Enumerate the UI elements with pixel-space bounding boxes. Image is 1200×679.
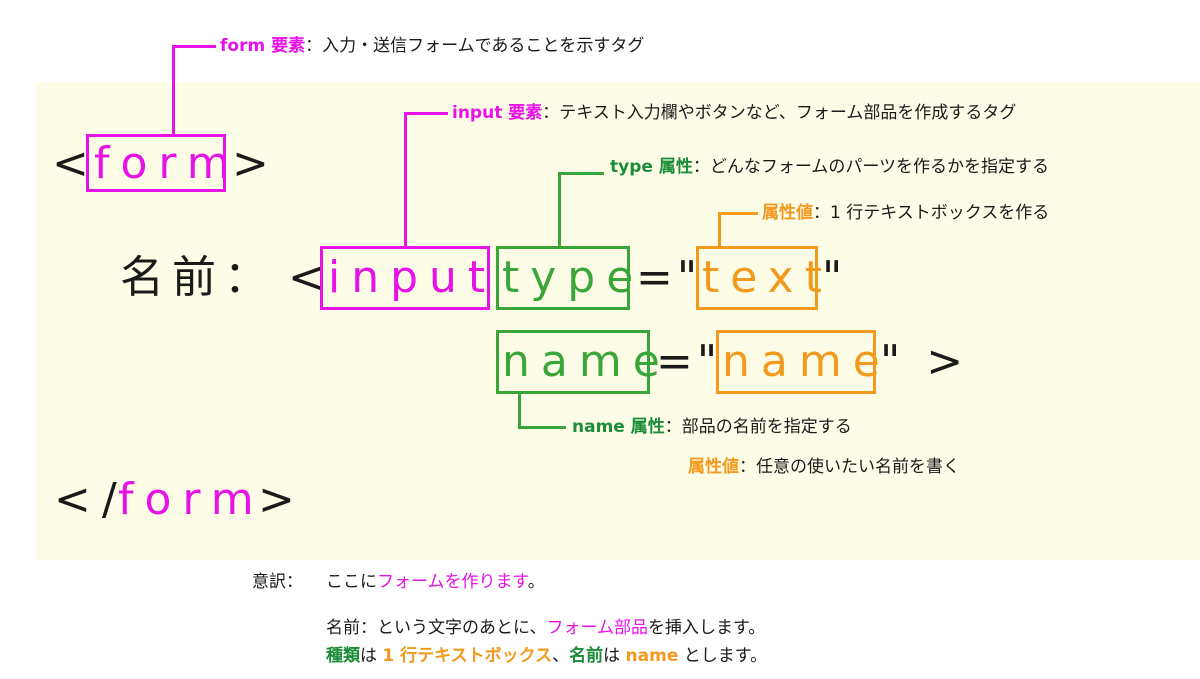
type-leader-horizontal xyxy=(558,172,604,175)
translation-3c: 1 行テキストボックス xyxy=(382,646,553,666)
translation-line-3: 種類は 1 行テキストボックス、名前は name とします。 xyxy=(326,644,767,668)
translation-1c: 。 xyxy=(527,572,545,592)
type-eq: =" xyxy=(636,252,702,303)
name-value-annotation: 属性値：任意の使いたい名前を書く xyxy=(688,456,960,478)
input-annotation-desc: ：テキスト入力欄やボタンなど、フォーム部品を作成するタグ xyxy=(542,103,1017,123)
type-value-annotation-term: 属性値 xyxy=(762,203,813,223)
close-form-tag: form xyxy=(118,474,265,525)
translation-3d: 、 xyxy=(552,646,570,666)
name-attr: name xyxy=(502,336,671,387)
type-annotation-desc: ：どんなフォームのパーツを作るかを指定する xyxy=(692,157,1049,177)
type-close-quote: " xyxy=(822,252,854,303)
type-value: text xyxy=(702,252,833,303)
open-gt: > xyxy=(232,138,280,189)
form-leader-vertical xyxy=(172,45,175,135)
translation-line-2: 名前：という文字のあとに、フォーム部品を挿入します。 xyxy=(326,616,765,640)
close-gt: > xyxy=(258,474,306,525)
name-value: name xyxy=(722,336,891,387)
translation-3a: 種類 xyxy=(326,646,360,666)
form-leader-horizontal xyxy=(172,45,216,48)
name-annotation: name 属性：部品の名前を指定する xyxy=(572,416,852,438)
translation-2a: 名前：という文字のあとに、 xyxy=(326,618,547,638)
type-annotation: type 属性：どんなフォームのパーツを作るかを指定する xyxy=(610,156,1049,178)
translation-2b: フォーム部品 xyxy=(546,618,649,638)
translation-3f: は xyxy=(603,646,621,666)
input-annotation: input 要素：テキスト入力欄やボタンなど、フォーム部品を作成するタグ xyxy=(452,102,1016,124)
translation-3e: 名前 xyxy=(569,646,604,666)
translation-1b: フォームを作ります xyxy=(377,572,528,592)
type-value-leader-vertical xyxy=(718,212,721,246)
input-annotation-term: input 要素 xyxy=(452,103,543,123)
type-leader-vertical xyxy=(558,172,561,246)
name-value-annotation-term: 属性値 xyxy=(688,457,739,477)
form-annotation-term: form 要素 xyxy=(220,36,306,56)
name-label: 名前： xyxy=(120,252,276,303)
type-value-annotation-desc: ：1 行テキストボックスを作る xyxy=(813,203,1050,223)
type-attr: type xyxy=(502,252,645,303)
translation-label: 意訳： xyxy=(252,572,303,592)
input-leader-horizontal xyxy=(404,112,448,115)
name-eq: =" xyxy=(656,336,722,387)
input-leader-vertical xyxy=(404,112,407,246)
input-end: " > xyxy=(880,336,970,387)
translation-3h: とします。 xyxy=(683,646,768,666)
type-value-annotation: 属性値：1 行テキストボックスを作る xyxy=(762,202,1049,224)
name-leader-vertical xyxy=(518,394,521,428)
form-tag: form xyxy=(94,138,241,189)
translation-line-1: ここにフォームを作ります。 xyxy=(326,570,545,594)
form-annotation-desc: ：入力・送信フォームであることを示すタグ xyxy=(305,36,645,56)
translation-2c: を挿入します。 xyxy=(648,618,766,638)
input-tag: input xyxy=(328,252,497,303)
type-value-leader-horizontal xyxy=(718,212,758,215)
translation-1a: ここに xyxy=(326,572,377,592)
form-annotation: form 要素：入力・送信フォームであることを示すタグ xyxy=(220,35,644,57)
translation-3g: name xyxy=(625,646,679,666)
name-annotation-desc: ：部品の名前を指定する xyxy=(664,417,852,437)
close-lt: </ xyxy=(54,474,128,525)
translation-3b: は xyxy=(360,646,377,666)
name-annotation-term: name 属性 xyxy=(572,417,665,437)
name-leader-horizontal xyxy=(518,426,566,429)
type-annotation-term: type 属性 xyxy=(610,157,693,177)
name-value-annotation-desc: ：任意の使いたい名前を書く xyxy=(739,457,960,477)
